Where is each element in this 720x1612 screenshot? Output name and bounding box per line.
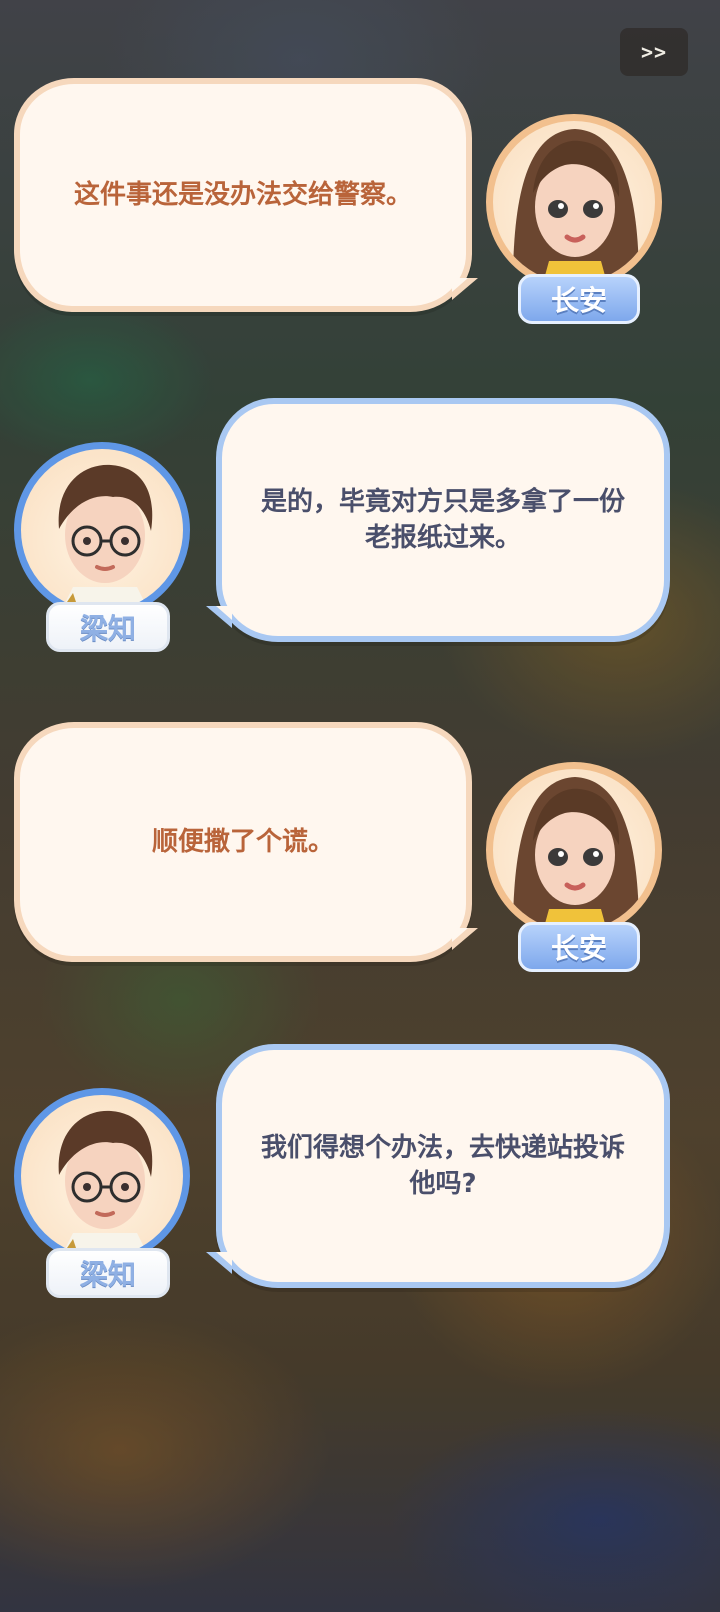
changan-portrait-icon — [513, 129, 639, 283]
liangzhi-avatar — [14, 442, 190, 618]
speech-text-1: 这件事还是没办法交给警察。 — [73, 180, 412, 210]
speech-bubble-1[interactable]: 这件事还是没办法交给警察。 — [14, 78, 472, 312]
changan-nameplate: 长安 — [518, 922, 640, 972]
game-scene[interactable]: >> 这件事还是没办法交给警察。 长安 梁知 是的，毕竟对方只是多拿了一份 老报… — [0, 0, 720, 1612]
speech-bubble-4[interactable]: 我们得想个办法，去快递站投诉 他吗? — [216, 1044, 670, 1288]
changan-avatar — [486, 114, 662, 290]
speech-tail-1 — [452, 278, 478, 300]
dialogue-row-4: 梁知 我们得想个办法，去快递站投诉 他吗? — [0, 1044, 720, 1312]
speech-text-4: 我们得想个办法，去快递站投诉 他吗? — [260, 1133, 625, 1199]
liangzhi-avatar — [14, 1088, 190, 1264]
liangzhi-nameplate: 梁知 — [46, 602, 170, 652]
speech-text-3: 顺便撒了个谎。 — [151, 827, 334, 857]
dialogue-row-2: 梁知 是的，毕竟对方只是多拿了一份 老报纸过来。 — [0, 398, 720, 666]
dialogue-row-3: 顺便撒了个谎。 长安 — [0, 722, 720, 984]
speech-bubble-3[interactable]: 顺便撒了个谎。 — [14, 722, 472, 962]
changan-nameplate: 长安 — [518, 274, 640, 324]
liangzhi-portrait-icon — [58, 1110, 153, 1257]
changan-portrait-icon — [513, 777, 639, 931]
speech-tail-2 — [206, 606, 232, 628]
changan-avatar — [486, 762, 662, 938]
liangzhi-nameplate: 梁知 — [46, 1248, 170, 1298]
skip-button[interactable]: >> — [620, 28, 688, 76]
dialogue-row-1: 这件事还是没办法交给警察。 长安 — [0, 78, 720, 338]
speech-tail-4 — [206, 1252, 232, 1274]
speech-tail-3 — [452, 928, 478, 950]
speech-text-2: 是的，毕竟对方只是多拿了一份 老报纸过来。 — [260, 487, 625, 553]
speech-bubble-2[interactable]: 是的，毕竟对方只是多拿了一份 老报纸过来。 — [216, 398, 670, 642]
liangzhi-portrait-icon — [58, 464, 153, 611]
